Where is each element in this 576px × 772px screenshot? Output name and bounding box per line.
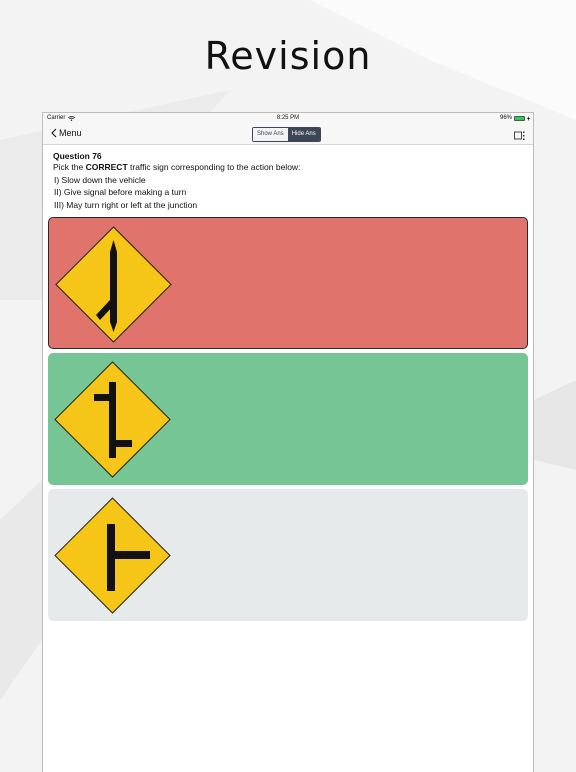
question-line-3: III) May turn right or left at the junct… [54,199,198,210]
navigation-bar: Menu Show Ans Hide Ans [43,124,533,145]
answer-option-3[interactable] [48,489,528,621]
answer-option-2[interactable] [48,353,528,485]
question-prompt: Pick the CORRECT traffic sign correspond… [53,162,301,172]
answer-option-1[interactable] [48,217,528,349]
device-screen: Carrier 8:25 PM 96% Menu Show Ans Hide A… [42,112,534,772]
show-answers-segment[interactable]: Show Ans [253,128,288,141]
question-line-2: II) Give signal before making a turn [54,187,187,197]
t-junction-right-sign-icon [54,497,171,614]
answer-segmented-control: Show Ans Hide Ans [252,127,321,142]
back-menu-label: Menu [59,128,82,138]
staggered-junction-sign-icon [54,361,171,478]
question-block: Question 76 Pick the CORRECT traffic sig… [43,145,533,211]
hide-answers-segment[interactable]: Hide Ans [287,128,320,141]
layout-icon [514,131,525,140]
battery-icon [514,115,525,121]
status-bar: Carrier 8:25 PM 96% [43,113,533,124]
chevron-left-icon [51,128,57,138]
merge-from-left-sign-icon [55,226,172,343]
question-line-1: I) Slow down the vehicle [54,174,146,185]
charging-icon [527,115,530,121]
question-number: Question 76 [53,151,102,161]
page-headline: Revision [204,34,372,78]
battery-percent: 96% [499,115,512,121]
back-menu-button[interactable]: Menu [51,128,82,138]
status-time: 8:25 PM [276,115,300,121]
layout-button[interactable] [514,128,525,146]
